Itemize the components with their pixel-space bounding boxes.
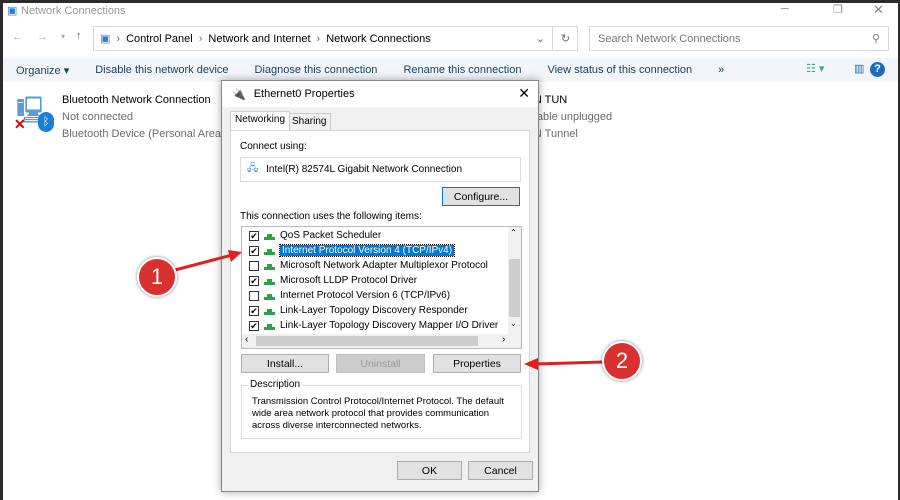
arrow-1 [174,253,233,272]
annotation-arrows [174,250,604,370]
annotation-badge-2: 2 [602,341,642,381]
arrowhead-2 [524,358,538,370]
tab-networking[interactable]: Networking [230,111,291,130]
arrowhead-1 [228,250,242,262]
annotation-badge-1: 1 [137,257,177,297]
arrow-2 [535,360,604,366]
